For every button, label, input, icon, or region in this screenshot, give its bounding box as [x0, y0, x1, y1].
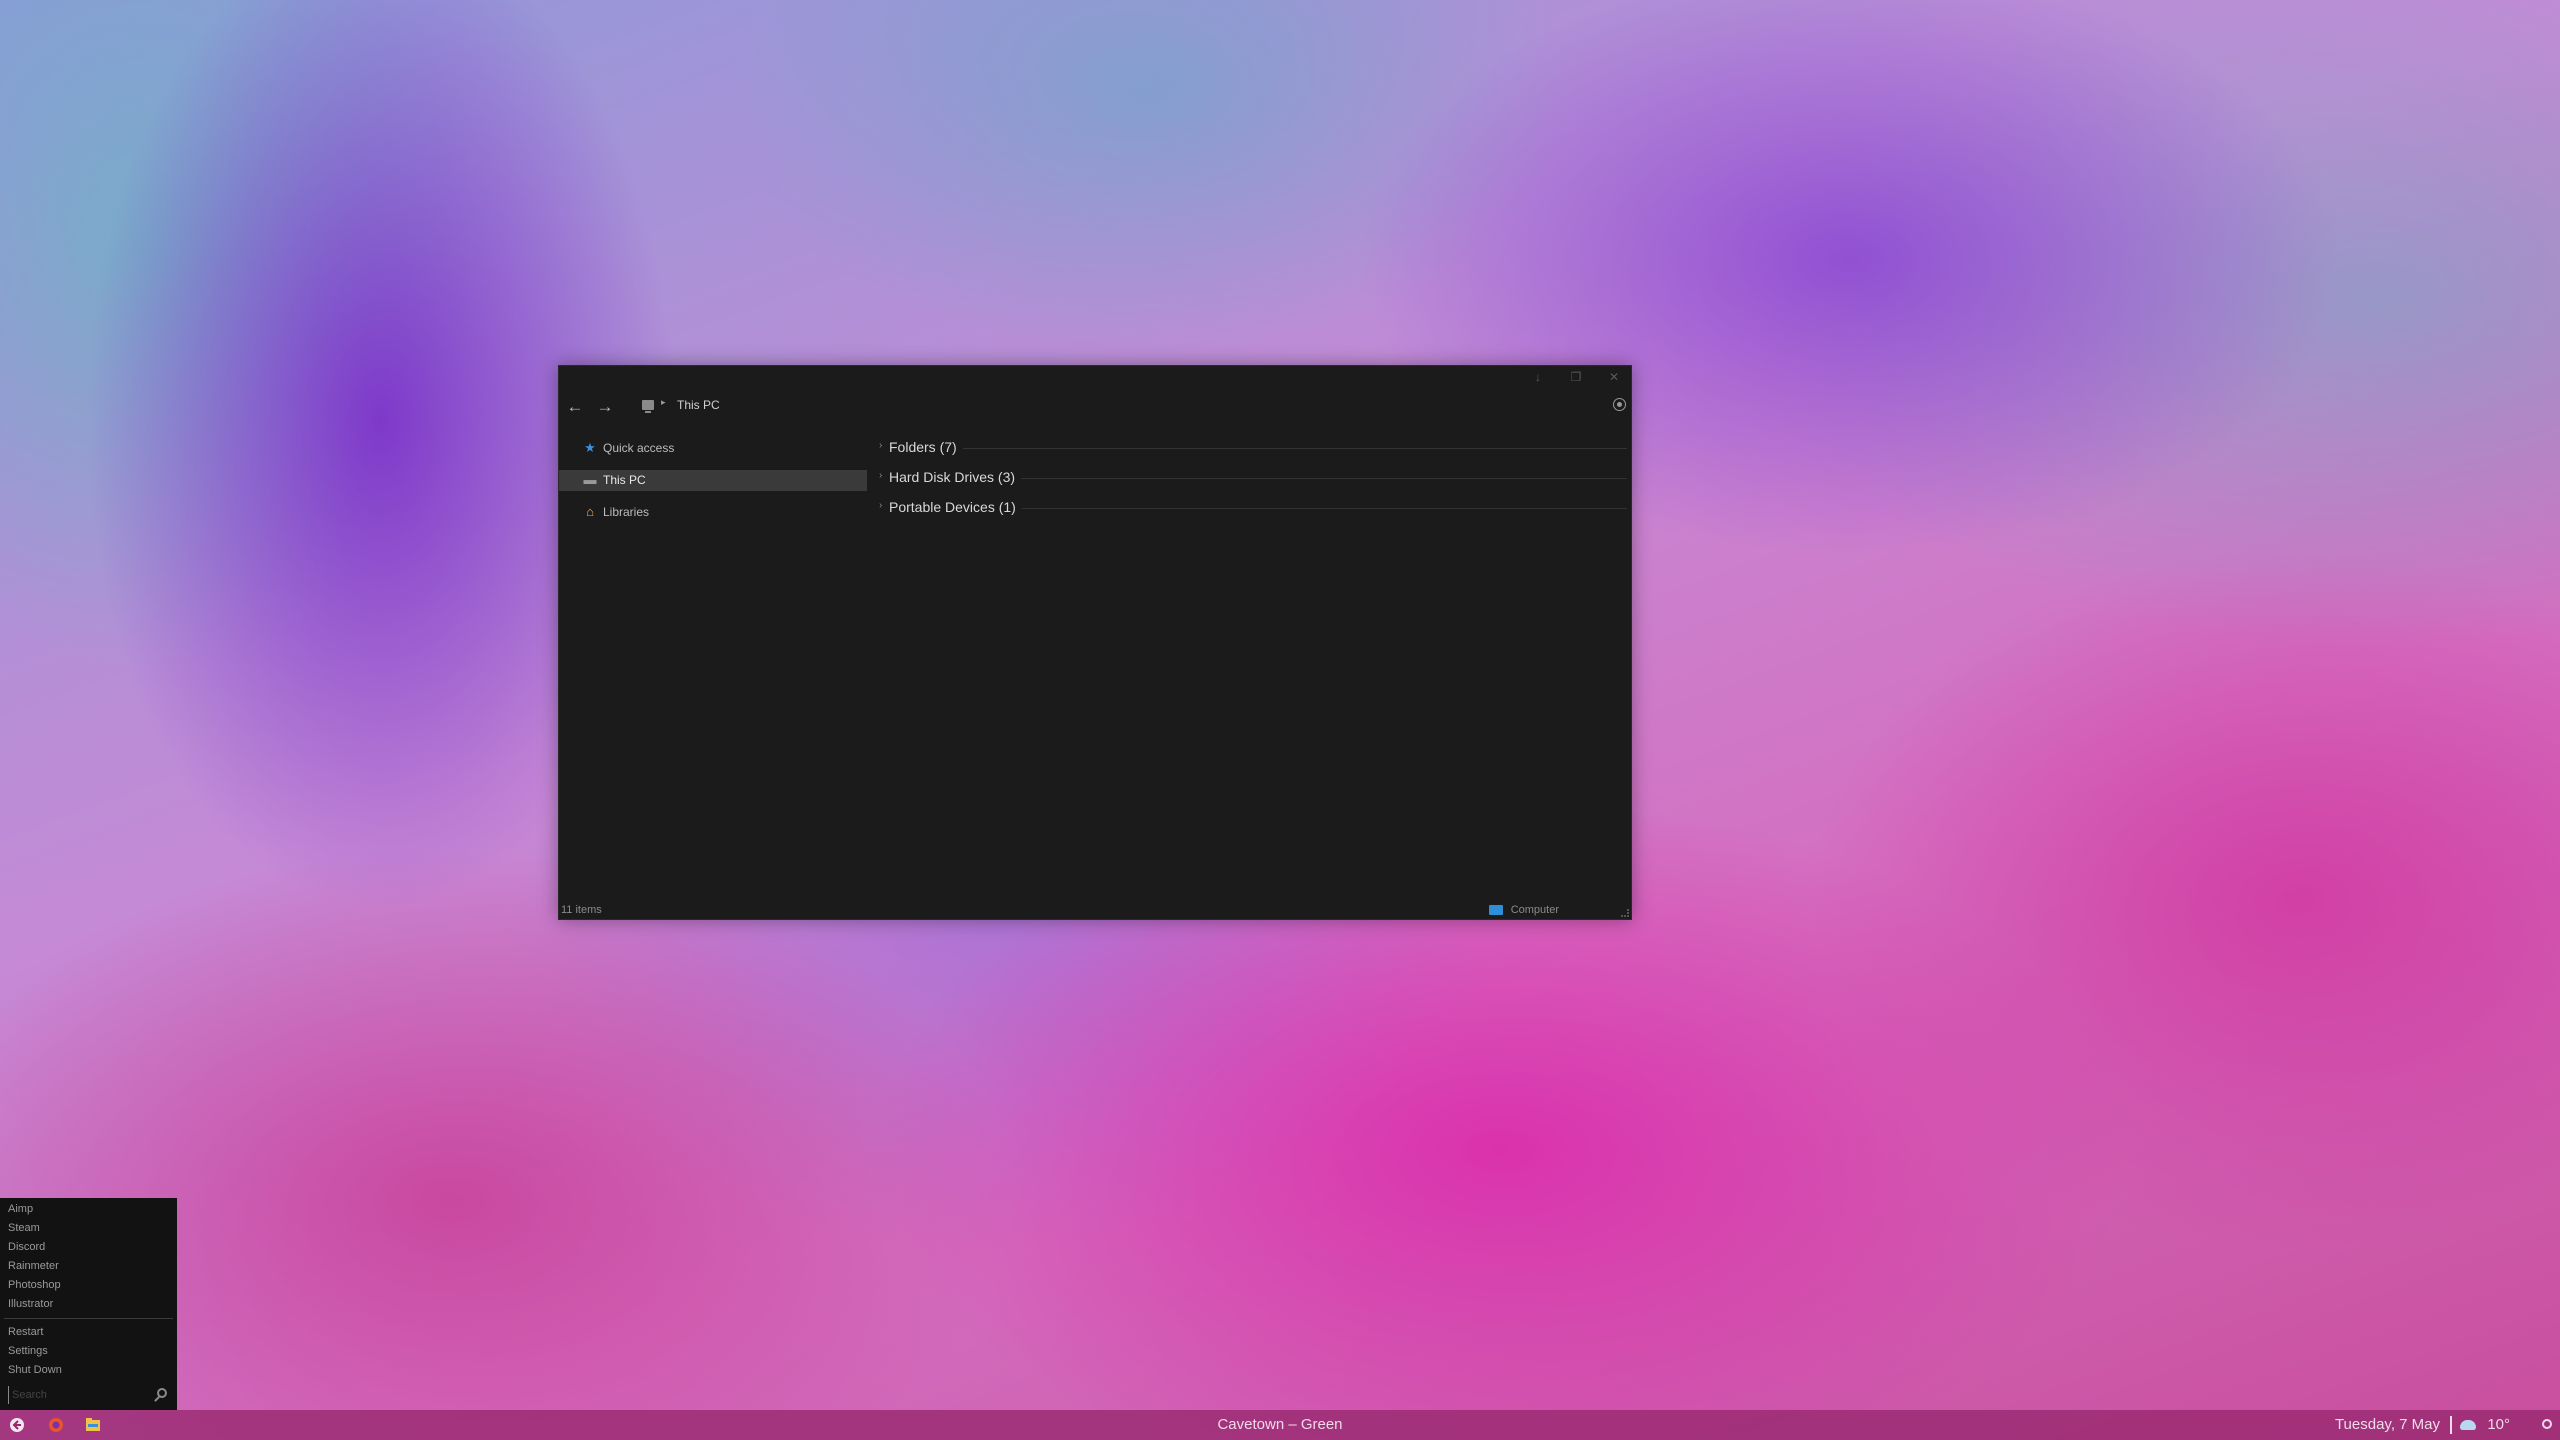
- menu-item-settings[interactable]: Settings: [8, 1342, 48, 1360]
- menu-item-steam[interactable]: Steam: [8, 1219, 40, 1237]
- chevron-right-icon[interactable]: ›: [879, 470, 882, 481]
- start-menu: Aimp Steam Discord Rainmeter Photoshop I…: [0, 1198, 177, 1410]
- computer-icon: [1489, 905, 1503, 915]
- menu-divider: [4, 1318, 173, 1319]
- desktop-wallpaper: ↓ ❐ ✕ ← → ▸ This PC ★ Quick access ▬ Thi…: [0, 0, 2560, 1440]
- resize-grip-icon[interactable]: [1621, 909, 1629, 917]
- cloud-icon: [2460, 1420, 2476, 1430]
- menu-item-restart[interactable]: Restart: [8, 1323, 43, 1341]
- maximize-button[interactable]: ❐: [1569, 370, 1583, 384]
- breadcrumb-separator-icon[interactable]: ▸: [661, 397, 666, 408]
- settings-icon[interactable]: [1614, 399, 1625, 410]
- group-title[interactable]: Portable Devices (1): [889, 499, 1022, 515]
- close-button[interactable]: ✕: [1607, 370, 1621, 384]
- title-bar[interactable]: ↓ ❐ ✕: [559, 366, 1631, 388]
- sidebar-item-quick-access[interactable]: ★ Quick access: [559, 438, 867, 459]
- menu-item-shut-down[interactable]: Shut Down: [8, 1361, 62, 1379]
- taskbar: Cavetown – Green Tuesday, 7 May 10°: [0, 1410, 2560, 1440]
- group-divider: [889, 448, 1627, 449]
- group-title[interactable]: Hard Disk Drives (3): [889, 469, 1022, 485]
- menu-item-discord[interactable]: Discord: [8, 1238, 45, 1256]
- file-explorer-window: ↓ ❐ ✕ ← → ▸ This PC ★ Quick access ▬ Thi…: [558, 365, 1632, 920]
- menu-search-box: [8, 1384, 173, 1406]
- temperature-text: 10°: [2487, 1416, 2510, 1433]
- group-title[interactable]: Folders (7): [889, 439, 963, 455]
- menu-item-aimp[interactable]: Aimp: [8, 1200, 33, 1218]
- computer-icon: ▬: [583, 472, 597, 487]
- sidebar-item-this-pc[interactable]: ▬ This PC: [559, 470, 867, 491]
- sidebar-item-label: This PC: [603, 473, 646, 487]
- date-text: Tuesday, 7 May: [2334, 1416, 2440, 1433]
- menu-item-illustrator[interactable]: Illustrator: [8, 1295, 53, 1313]
- search-icon[interactable]: [157, 1388, 167, 1398]
- gear-icon[interactable]: [2542, 1419, 2552, 1429]
- status-bar: 11 items Computer: [559, 903, 1631, 919]
- taskbar-divider: [2450, 1416, 2452, 1434]
- group-header-folders[interactable]: › Folders (7): [875, 436, 1627, 466]
- sidebar-item-label: Libraries: [603, 505, 650, 519]
- forward-button[interactable]: →: [594, 396, 616, 418]
- group-header-hard-disk-drives[interactable]: › Hard Disk Drives (3): [875, 466, 1627, 496]
- star-icon: ★: [584, 440, 596, 455]
- sidebar-item-label: Quick access: [603, 441, 675, 455]
- back-button[interactable]: ←: [564, 396, 586, 418]
- chevron-right-icon[interactable]: ›: [879, 440, 882, 451]
- breadcrumb-location[interactable]: This PC: [677, 398, 720, 412]
- navigation-pane: ★ Quick access ▬ This PC ⌂ Libraries: [559, 438, 867, 534]
- minimize-button[interactable]: ↓: [1531, 370, 1545, 384]
- sidebar-item-libraries[interactable]: ⌂ Libraries: [559, 502, 867, 523]
- home-icon: ⌂: [586, 504, 594, 519]
- content-pane: › Folders (7) › Hard Disk Drives (3) › P…: [875, 436, 1627, 526]
- navigation-toolbar: ← → ▸ This PC: [559, 394, 1631, 420]
- menu-item-photoshop[interactable]: Photoshop: [8, 1276, 61, 1294]
- group-header-portable-devices[interactable]: › Portable Devices (1): [875, 496, 1627, 526]
- item-count: 11 items: [561, 904, 602, 916]
- menu-item-rainmeter[interactable]: Rainmeter: [8, 1257, 59, 1275]
- location-label: Computer: [1510, 904, 1559, 916]
- now-playing-text: Cavetown – Green: [1217, 1416, 1343, 1433]
- computer-icon: [642, 400, 654, 413]
- search-input[interactable]: [8, 1386, 154, 1404]
- chevron-right-icon[interactable]: ›: [879, 500, 882, 511]
